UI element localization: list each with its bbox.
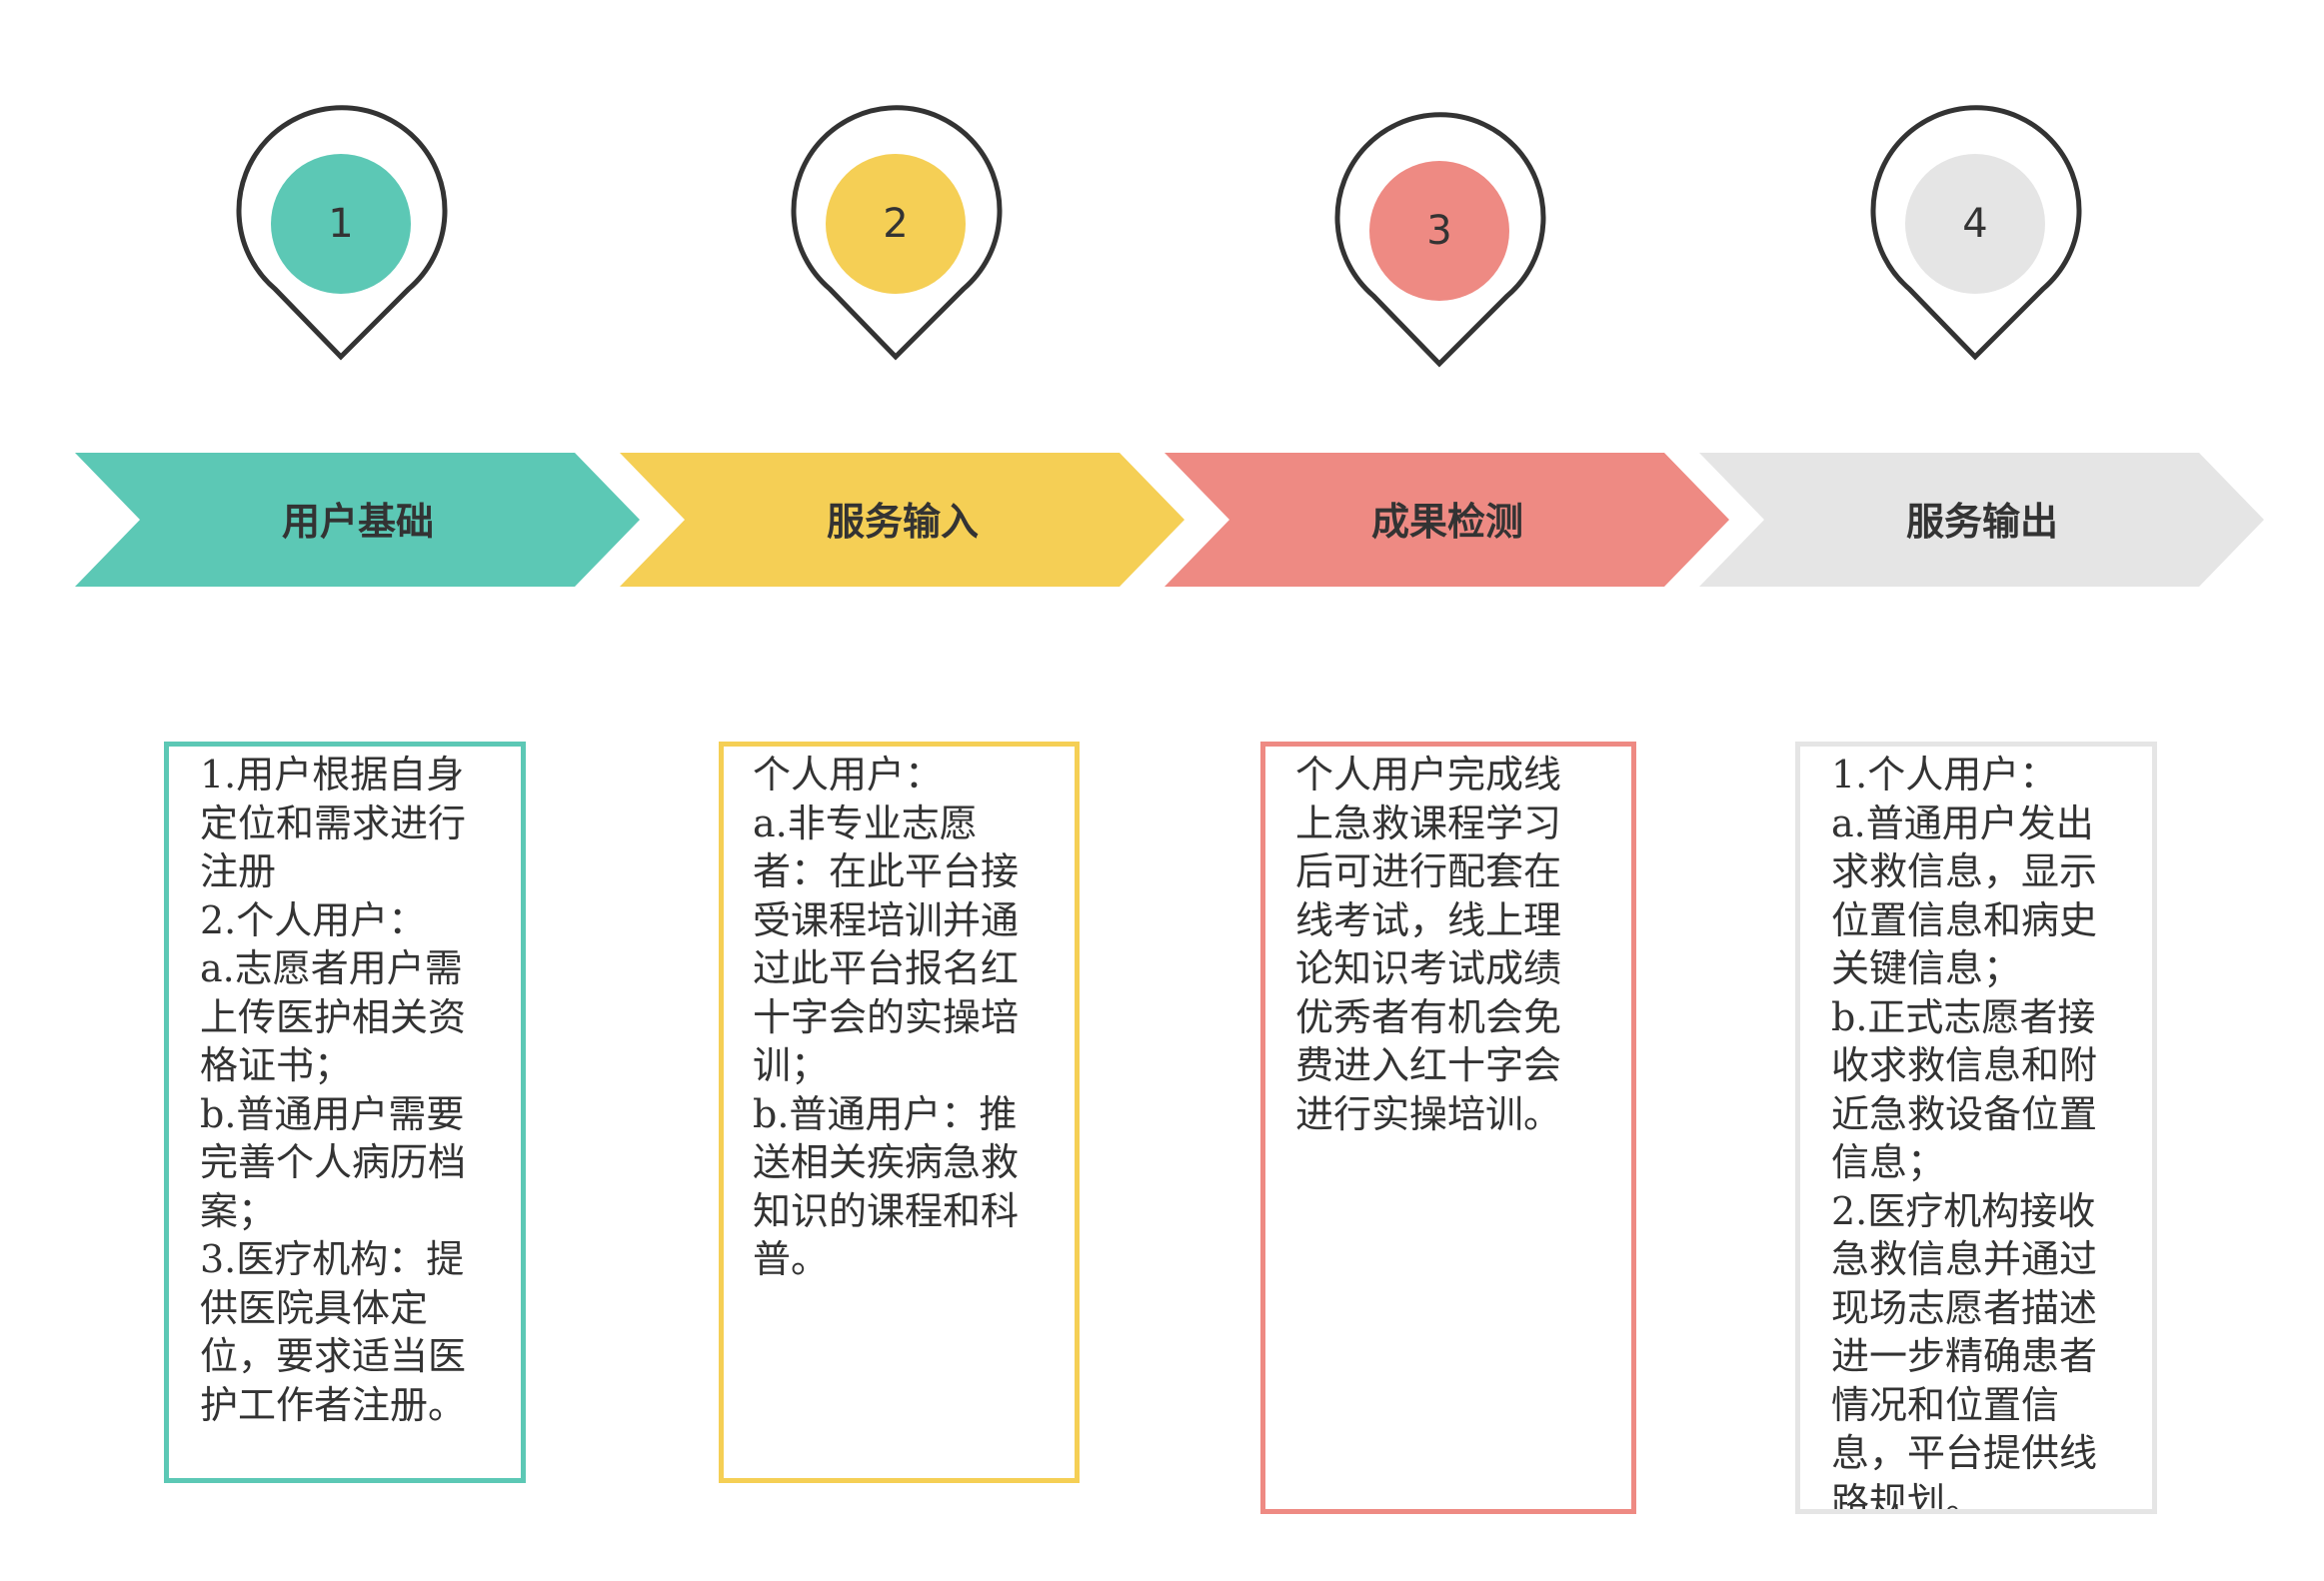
pin-step-3: 3 [1334,112,1546,368]
pin-step-1: 1 [236,105,448,361]
description-box-4: 1.个人用户： a.普通用户发出求救信息，显示位置信息和病史关键信息； b.正式… [1795,742,2157,1514]
arrow-label: 成果检测 [1371,500,1523,544]
pin-number: 1 [328,201,353,247]
pin-number: 3 [1426,208,1451,254]
arrow-label: 用户基础 [282,500,434,544]
arrow-label: 服务输入 [827,500,979,544]
arrow-step-3: 成果检测 [1164,453,1729,587]
description-text: 1.个人用户： a.普通用户发出求救信息，显示位置信息和病史关键信息； b.正式… [1831,753,2098,1514]
arrow-label: 服务输出 [1906,500,2058,544]
description-box-2: 个人用户： a.非专业志愿者：在此平台接受课程培训并通过此平台报名红十字会的实操… [719,742,1080,1483]
pin-number: 4 [1962,201,1987,247]
arrow-step-2: 服务输入 [620,453,1184,587]
pin-number: 2 [883,201,908,247]
description-text: 个人用户： a.非专业志愿者：在此平台接受课程培训并通过此平台报名红十字会的实操… [753,753,1020,1281]
pin-step-2: 2 [791,105,1003,361]
description-text: 个人用户完成线上急救课程学习后可进行配套在线考试，线上理论知识考试成绩优秀者有机… [1295,753,1562,1136]
description-box-3: 个人用户完成线上急救课程学习后可进行配套在线考试，线上理论知识考试成绩优秀者有机… [1260,742,1636,1514]
pin-step-4: 4 [1870,105,2082,361]
arrow-step-4: 服务输出 [1699,453,2264,587]
arrow-step-1: 用户基础 [75,453,640,587]
description-box-1: 1.用户根据自身定位和需求进行注册 2.个人用户： a.志愿者用户需上传医护相关… [164,742,526,1483]
description-text: 1.用户根据自身定位和需求进行注册 2.个人用户： a.志愿者用户需上传医护相关… [200,753,467,1427]
